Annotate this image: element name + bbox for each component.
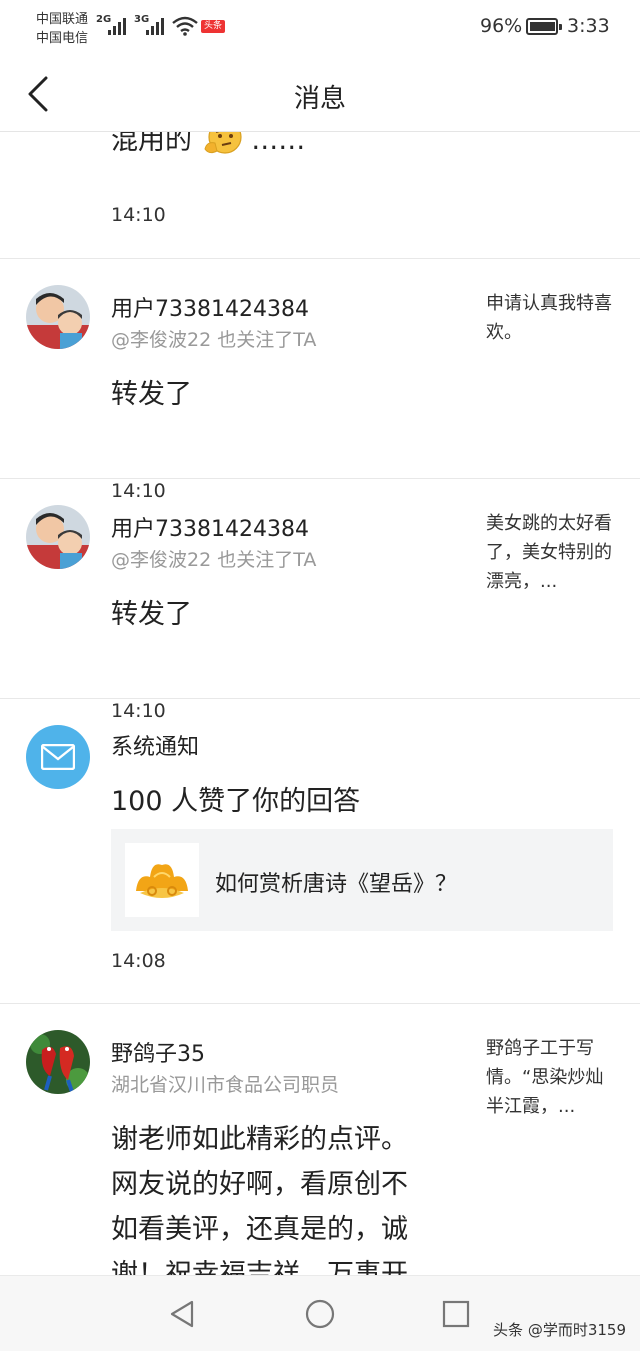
- toutiao-badge: 头条: [201, 20, 226, 33]
- message-list[interactable]: 混用的 …… 14:10 用户73381424384 @李俊波22 也关注了TA…: [0, 56, 640, 1275]
- quoted-content[interactable]: 野鸽子工于写情。“思染炒灿半江霞，...: [486, 1034, 618, 1121]
- triangle-back-icon: [170, 1300, 194, 1328]
- card-title: 如何赏析唐诗《望岳》？: [215, 872, 458, 897]
- carrier-1: 中国联通: [36, 12, 89, 27]
- user-name[interactable]: 用户73381424384: [111, 511, 309, 543]
- square-recents-icon: [442, 1300, 470, 1328]
- system-nav-bar: 头条 @学而时3159: [0, 1275, 640, 1351]
- user-subline: @李俊波22 也关注了TA: [111, 549, 317, 571]
- page-title: 消息: [293, 84, 346, 114]
- avatar[interactable]: [26, 1030, 90, 1094]
- watermark: 头条 @学而时3159: [493, 1321, 626, 1339]
- signal-1-icon: [108, 17, 126, 35]
- message-text: 谢老师如此精彩的点评。 网友说的好啊，看原创不 如看美评，还真是的，诚 谢！祝幸…: [111, 1124, 408, 1275]
- user-subline: 湖北省汉川市食品公司职员: [111, 1074, 340, 1096]
- message-time: 14:08: [111, 950, 166, 972]
- message-item[interactable]: 用户73381424384 @李俊波22 也关注了TA 转发了 14:10 美女…: [0, 478, 640, 722]
- nav-home-button[interactable]: [304, 1298, 336, 1330]
- message-item[interactable]: 野鸽子35 湖北省汉川市食品公司职员 谢老师如此精彩的点评。 网友说的好啊，看原…: [0, 1003, 640, 1275]
- message-text: 转发了: [111, 379, 192, 410]
- message-text: 转发了: [111, 599, 192, 630]
- message-item[interactable]: 系统通知 100 人赞了你的回答 如何赏析唐诗《望岳》？ 14:08: [0, 698, 640, 1003]
- card-thumbnail: [125, 843, 199, 917]
- header-bar: 消息: [0, 56, 640, 132]
- battery-percent: 96%: [480, 15, 523, 37]
- mail-icon: [41, 744, 75, 770]
- avatar[interactable]: [26, 285, 90, 349]
- clock: 3:33: [567, 15, 610, 37]
- avatar[interactable]: [26, 505, 90, 569]
- answer-card[interactable]: 如何赏析唐诗《望岳》？: [111, 829, 613, 931]
- user-name[interactable]: 用户73381424384: [111, 291, 309, 323]
- nav-back-button[interactable]: [166, 1298, 198, 1330]
- carrier-2: 中国电信: [36, 31, 89, 46]
- battery-icon: [526, 18, 562, 35]
- nav-recents-button[interactable]: [440, 1298, 472, 1330]
- carrier-info: 中国联通 中国电信: [36, 10, 88, 48]
- signal-2-icon: [146, 17, 164, 35]
- quoted-content[interactable]: 申请认真我特喜欢。: [486, 289, 618, 347]
- user-name[interactable]: 野鸽子35: [111, 1036, 205, 1068]
- system-avatar: [26, 725, 90, 789]
- message-time: 14:10: [111, 204, 166, 226]
- system-notice-title: 系统通知: [111, 735, 200, 760]
- message-text: 100 人赞了你的回答: [111, 786, 361, 817]
- status-bar: 中国联通 中国电信 2G 3G 头条 96% 3:33: [0, 0, 640, 56]
- user-subline: @李俊波22 也关注了TA: [111, 329, 317, 351]
- message-item[interactable]: 用户73381424384 @李俊波22 也关注了TA 转发了 14:10 申请…: [0, 258, 640, 502]
- mountain-logo-icon: [136, 864, 188, 898]
- wifi-icon: [172, 16, 198, 36]
- circle-home-icon: [305, 1299, 335, 1329]
- quoted-content[interactable]: 美女跳的太好看了，美女特别的漂亮，...: [486, 509, 618, 596]
